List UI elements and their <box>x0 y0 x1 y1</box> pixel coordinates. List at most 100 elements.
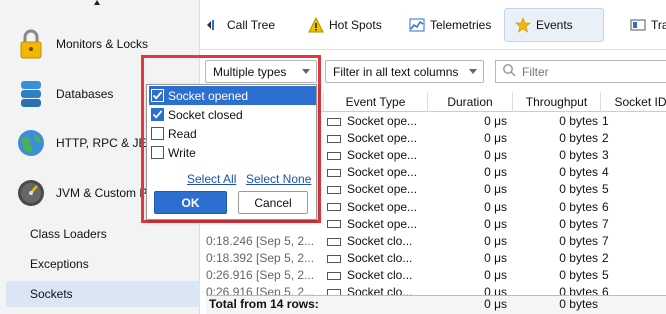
throughput-cell: 0 bytes <box>559 182 598 197</box>
socket-id-cell: 7 <box>602 233 609 248</box>
type-option[interactable]: Write <box>149 143 316 162</box>
sidebar-item-exceptions[interactable]: Exceptions <box>30 257 89 271</box>
checkbox[interactable] <box>151 146 164 159</box>
time-cell: 0:18.392 [Sep 5, 2... <box>206 250 315 265</box>
option-label: Write <box>168 145 196 160</box>
duration-cell: 0 μs <box>484 148 507 163</box>
sidebar-item-label: HTTP, RPC & JEE <box>56 136 155 150</box>
ok-button[interactable]: OK <box>154 191 227 214</box>
event-type-cell: Socket ope... <box>323 113 427 130</box>
tab-call-tree[interactable]: Call Tree <box>206 8 275 42</box>
socket-id-cell: 2 <box>602 131 609 146</box>
event-type-cell: Socket ope... <box>323 216 427 233</box>
socket-id-cell: 1 <box>602 114 609 128</box>
duration-cell: 0 μs <box>484 199 507 214</box>
event-type-text: Socket clo... <box>347 250 413 265</box>
padlock-icon <box>14 27 48 61</box>
collapse-arrow-icon[interactable] <box>94 0 100 5</box>
type-option[interactable]: Read <box>149 124 316 143</box>
checkbox[interactable] <box>151 108 164 121</box>
database-icon <box>14 77 48 111</box>
event-icon <box>327 134 341 143</box>
throughput-cell: 0 bytes <box>559 199 598 214</box>
cancel-button[interactable]: Cancel <box>238 191 308 214</box>
socket-id-cell: 7 <box>602 216 609 231</box>
table-row[interactable]: 0:18.246 [Sep 5, 2... Socket clo... 0 μs 0 … <box>206 233 666 250</box>
tab-label: Telemetries <box>430 18 492 32</box>
warning-icon <box>308 17 324 33</box>
column-header-throughput[interactable]: Throughput <box>512 92 600 112</box>
type-option[interactable]: Socket opened <box>149 86 316 105</box>
event-type-cell: Socket ope... <box>323 130 427 147</box>
tracker-icon <box>630 17 646 33</box>
total-label: Total from 14 rows: <box>209 297 319 311</box>
tab-telemetries[interactable]: Telemetries <box>409 8 491 42</box>
event-type-text: Socket ope... <box>347 216 418 231</box>
event-icon <box>327 186 341 195</box>
duration-cell: 0 μs <box>484 216 507 231</box>
throughput-cell: 0 bytes <box>559 131 598 146</box>
filter-mode-dropdown[interactable]: Filter in all text columns <box>325 60 484 83</box>
duration-cell: 0 μs <box>484 267 507 282</box>
time-cell: 0:18.246 [Sep 5, 2... <box>206 233 315 248</box>
throughput-cell: 0 bytes <box>559 148 598 163</box>
duration-cell: 0 μs <box>484 233 507 248</box>
tab-label: Hot Spots <box>329 18 382 32</box>
throughput-cell: 0 bytes <box>559 250 598 265</box>
select-none-link[interactable]: Select None <box>246 172 311 186</box>
tab-events[interactable]: Events <box>504 8 604 42</box>
event-icon <box>327 152 341 161</box>
call-tree-icon <box>206 17 222 33</box>
checkbox[interactable] <box>151 127 164 140</box>
column-header-socket-id[interactable]: Socket ID <box>600 92 666 112</box>
event-icon <box>327 237 341 246</box>
tab-label: Events <box>536 18 573 32</box>
duration-cell: 0 μs <box>484 250 507 265</box>
globe-icon <box>14 126 48 160</box>
chevron-down-icon <box>469 69 477 74</box>
option-label: Read <box>168 126 197 141</box>
event-icon <box>327 220 341 229</box>
table-row[interactable]: 0:26.916 [Sep 5, 2... Socket clo... 0 μs 0 … <box>206 267 666 284</box>
event-type-text: Socket clo... <box>347 267 413 282</box>
event-type-cell: Socket ope... <box>323 181 427 198</box>
filter-input[interactable] <box>520 63 650 80</box>
event-type-text: Socket ope... <box>347 114 418 128</box>
tab-hot-spots[interactable]: Hot Spots <box>308 8 382 42</box>
socket-id-cell: 3 <box>602 148 609 163</box>
event-type-text: Socket ope... <box>347 182 418 197</box>
event-type-cell: Socket clo... <box>323 233 427 250</box>
event-type-cell: Socket clo... <box>323 267 427 284</box>
time-cell: 0:26.916 [Sep 5, 2... <box>206 267 315 282</box>
tab-tracker[interactable]: Tra <box>630 8 666 42</box>
socket-id-cell: 5 <box>602 182 609 197</box>
sidebar-item-sockets[interactable]: Sockets <box>6 281 200 307</box>
event-icon <box>327 117 341 126</box>
column-header-duration[interactable]: Duration <box>427 92 512 112</box>
view-tabs: Call Tree Hot Spots Telemetries Events T… <box>200 0 666 50</box>
search-icon <box>502 63 516 80</box>
table-total-row: Total from 14 rows: 0 μs 0 bytes <box>206 295 666 314</box>
event-type-cell: Socket clo... <box>323 250 427 267</box>
event-icon <box>327 271 341 280</box>
sidebar-item-class-loaders[interactable]: Class Loaders <box>30 227 107 241</box>
sidebar-item-label: Databases <box>56 87 114 101</box>
event-type-text: Socket ope... <box>347 199 418 214</box>
checkbox[interactable] <box>151 89 164 102</box>
duration-cell: 0 μs <box>484 182 507 197</box>
duration-cell: 0 μs <box>484 131 507 146</box>
throughput-cell: 0 bytes <box>559 216 598 231</box>
type-option[interactable]: Socket closed <box>149 105 316 124</box>
event-type-cell: Socket ope... <box>323 199 427 216</box>
event-type-text: Socket clo... <box>347 233 413 248</box>
select-all-link[interactable]: Select All <box>187 172 236 186</box>
socket-id-cell: 6 <box>602 199 609 214</box>
column-header-event-type[interactable]: Event Type <box>323 92 427 112</box>
option-label: Socket opened <box>168 88 249 103</box>
event-icon <box>327 254 341 263</box>
telemetries-icon <box>409 17 425 33</box>
duration-cell: 0 μs <box>484 114 507 128</box>
tab-label: Call Tree <box>227 18 276 32</box>
event-type-cell: Socket ope... <box>323 147 427 164</box>
table-row[interactable]: 0:18.392 [Sep 5, 2... Socket clo... 0 μs 0 … <box>206 250 666 267</box>
